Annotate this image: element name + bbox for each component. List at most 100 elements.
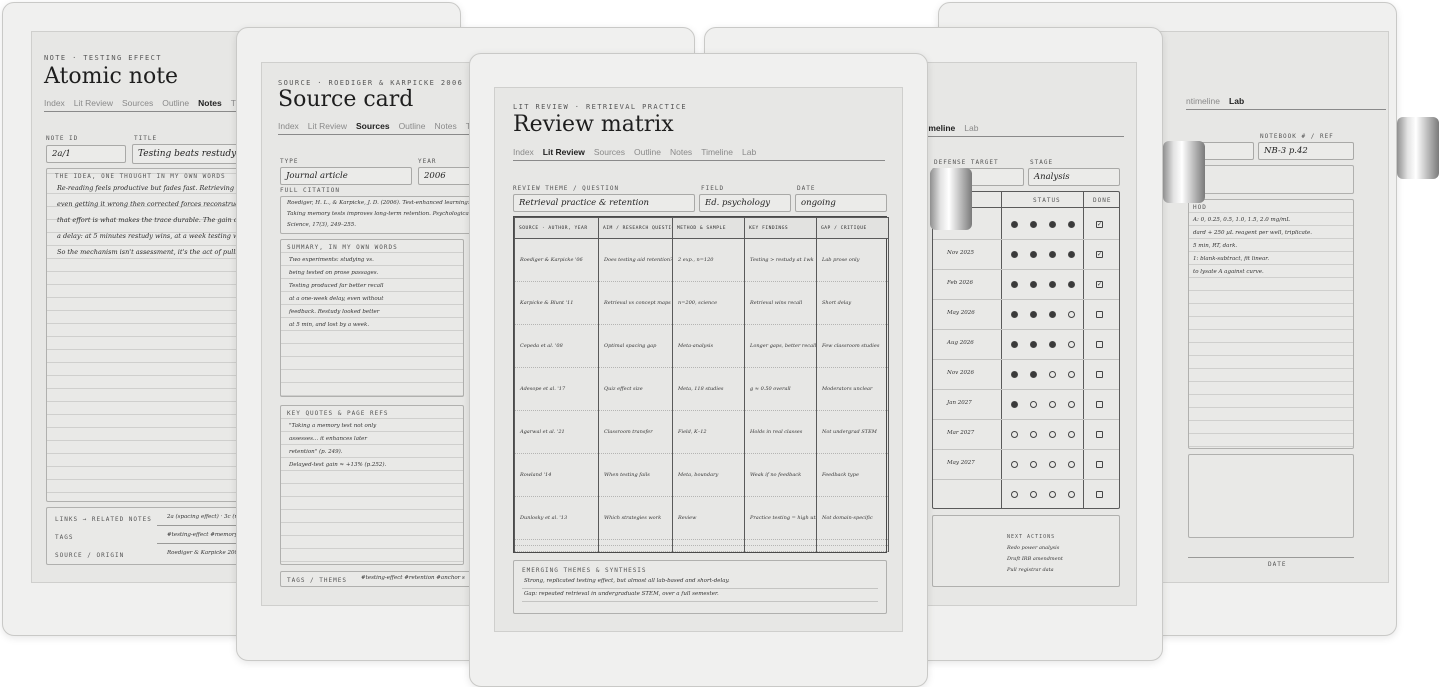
status-dot[interactable] [1030,371,1037,378]
matrix-cell[interactable]: Not domain-specific [816,496,889,540]
matrix-cell[interactable]: Lab prose only [816,238,889,282]
status-dot[interactable] [1030,281,1037,288]
status-dot[interactable] [1030,431,1037,438]
stage-field[interactable]: Analysis [1028,168,1120,186]
matrix-cell[interactable]: Practice testing = high utility [744,496,817,540]
tab-notes[interactable]: Notes [670,147,692,157]
matrix-cell[interactable]: g ≈ 0.50 overall [744,367,817,411]
tags-value[interactable]: #testing-effect #memory [167,532,238,538]
done-checkbox[interactable]: ✓ [1096,251,1103,258]
matrix-cell[interactable]: Retrieval vs concept maps [598,281,673,325]
summary-box[interactable]: SUMMARY, IN MY OWN WORDS Two experiments… [280,239,464,397]
matrix-cell[interactable] [672,545,745,553]
matrix-cell[interactable]: Meta, boundary [672,453,745,497]
status-dot[interactable] [1068,401,1075,408]
synthesis-box[interactable]: EMERGING THEMES & SYNTHESIS Strong, repl… [513,560,887,614]
matrix-cell[interactable] [744,545,817,553]
status-dot[interactable] [1068,371,1075,378]
tab-lit-review[interactable]: Lit Review [74,98,113,108]
matrix-cell[interactable]: Meta-analysis [672,324,745,368]
procedure-box[interactable]: HOD A: 0, 0.25, 0.5, 1.0, 1.5, 2.0 mg/mL… [1188,199,1354,449]
done-checkbox[interactable] [1096,491,1103,498]
tab-lit-review[interactable]: Lit Review [308,121,347,131]
tab-sources[interactable]: Sources [356,121,390,131]
tab-lab[interactable]: Lab [964,123,978,133]
status-dot[interactable] [1049,221,1056,228]
status-dot[interactable] [1049,281,1056,288]
matrix-cell[interactable]: Cepeda et al. '08 [514,324,599,368]
matrix-cell[interactable]: Karpicke & Blunt '11 [514,281,599,325]
status-dot[interactable] [1030,311,1037,318]
matrix-cell[interactable]: Optimal spacing gap [598,324,673,368]
matrix-cell[interactable]: Few classroom studies [816,324,889,368]
status-dot[interactable] [1068,281,1075,288]
matrix-cell[interactable]: Adesope et al. '17 [514,367,599,411]
status-dot[interactable] [1068,251,1075,258]
matrix-cell[interactable]: Roediger & Karpicke '06 [514,238,599,282]
matrix-cell[interactable]: Meta, 118 studies [672,367,745,411]
matrix-cell[interactable]: Field, K–12 [672,410,745,454]
tab-lit-review[interactable]: Lit Review [543,147,585,157]
status-dot[interactable] [1030,461,1037,468]
stylus[interactable] [1163,141,1205,203]
status-dot[interactable] [1011,371,1018,378]
theme-field[interactable]: Retrieval practice & retention [513,194,695,212]
matrix-cell[interactable]: Moderators unclear [816,367,889,411]
matrix-cell[interactable]: Retrieval wins recall [744,281,817,325]
status-dot[interactable] [1030,251,1037,258]
links-value[interactable]: 2a (spacing effect) · 3c (r [167,514,237,520]
status-dot[interactable] [1049,311,1056,318]
matrix-cell[interactable]: Holds in real classes [744,410,817,454]
status-dot[interactable] [1068,341,1075,348]
tags-value[interactable]: #testing-effect #retention #anchor s [361,575,465,581]
next-action-item[interactable]: Redo power analysis [1007,545,1059,551]
status-dot[interactable] [1068,311,1075,318]
tab-timeline[interactable]: ntimeline [1186,96,1220,106]
matrix-cell[interactable]: Quiz effect size [598,367,673,411]
status-dot[interactable] [1011,431,1018,438]
type-field[interactable]: Journal article [280,167,412,185]
matrix-cell[interactable]: Classroom transfer [598,410,673,454]
done-checkbox[interactable]: ✓ [1096,281,1103,288]
status-dot[interactable] [1049,461,1056,468]
status-dot[interactable] [1011,341,1018,348]
stylus[interactable] [930,168,972,230]
matrix-cell[interactable] [514,545,599,553]
tab-notes[interactable]: Notes [198,98,222,108]
note-id-field[interactable]: 2a/1 [46,145,126,163]
tab-timeline[interactable]: imeline [926,123,955,133]
tab-sources[interactable]: Sources [122,98,153,108]
tab-timeline[interactable]: Timeline [701,147,733,157]
matrix-cell[interactable]: Weak if no feedback [744,453,817,497]
status-dot[interactable] [1068,221,1075,228]
tab-outline[interactable]: Outline [162,98,189,108]
status-dot[interactable] [1011,401,1018,408]
status-dot[interactable] [1030,221,1037,228]
matrix-cell[interactable]: Agarwal et al. '21 [514,410,599,454]
status-dot[interactable] [1068,491,1075,498]
status-dot[interactable] [1011,221,1018,228]
citation-box[interactable]: Roediger, H. L., & Karpicke, J. D. (2006… [280,196,480,234]
matrix-cell[interactable]: Rowland '14 [514,453,599,497]
status-dot[interactable] [1049,251,1056,258]
matrix-cell[interactable]: Short delay [816,281,889,325]
tab-index[interactable]: Index [44,98,65,108]
matrix-cell[interactable]: Which strategies work [598,496,673,540]
source-value[interactable]: Roediger & Karpicke 2006 [167,550,242,556]
matrix-cell[interactable]: Not undergrad STEM [816,410,889,454]
tab-lab[interactable]: Lab [1229,96,1244,106]
done-checkbox[interactable] [1096,431,1103,438]
status-dot[interactable] [1011,461,1018,468]
matrix-cell[interactable]: n=200, science [672,281,745,325]
tab-notes[interactable]: Notes [435,121,457,131]
quotes-box[interactable]: KEY QUOTES & PAGE REFS "Taking a memory … [280,405,464,565]
status-dot[interactable] [1030,491,1037,498]
status-dot[interactable] [1011,251,1018,258]
matrix-cell[interactable]: Dunlosky et al. '13 [514,496,599,540]
status-dot[interactable] [1030,401,1037,408]
notebook-field[interactable]: NB-3 p.42 [1258,142,1354,160]
next-action-item[interactable]: Pull registrar data [1007,567,1054,573]
status-dot[interactable] [1049,371,1056,378]
status-dot[interactable] [1068,461,1075,468]
tab-index[interactable]: Index [278,121,299,131]
